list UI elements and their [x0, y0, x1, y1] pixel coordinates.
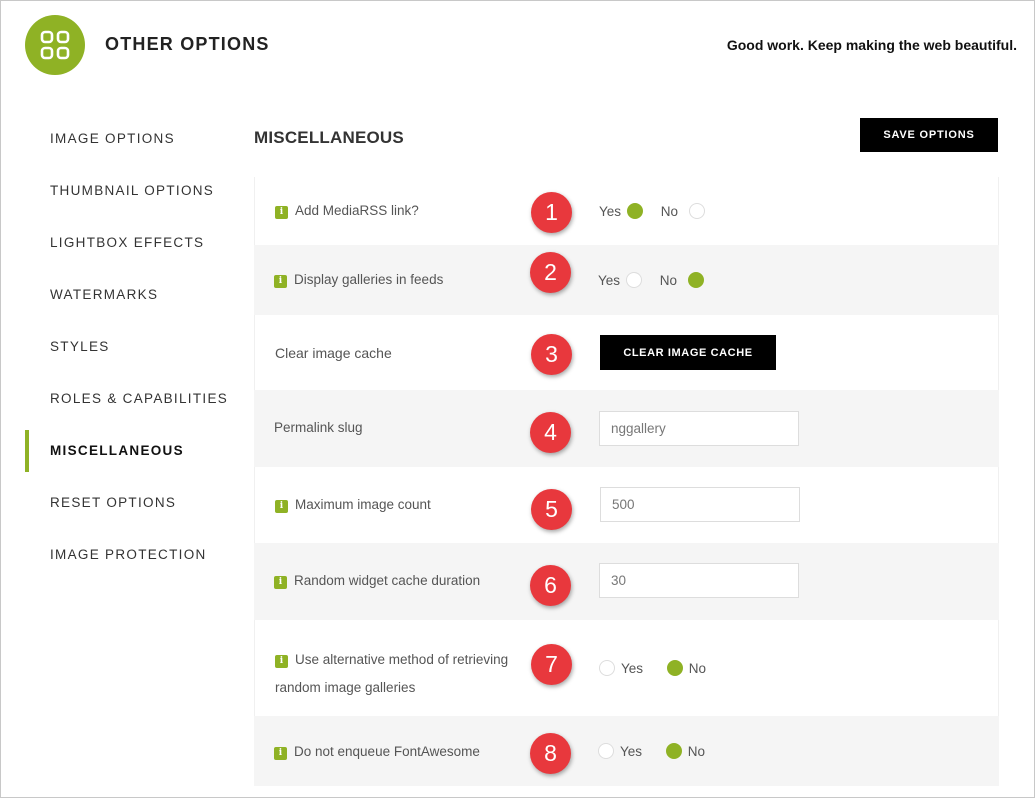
number-badge: 3	[531, 334, 572, 375]
feeds-yes-option[interactable]: Yes	[598, 272, 643, 288]
grid-icon	[40, 30, 70, 60]
mediarss-radio-group: Yes No	[599, 203, 719, 219]
option-label: i Use alternative method of retrieving ra…	[275, 652, 509, 695]
radio-unselected[interactable]	[689, 203, 706, 219]
option-label: Permalink slug	[274, 420, 363, 435]
option-label: i Do not enqueue FontAwesome	[274, 744, 480, 760]
tagline: Good work. Keep making the web beautiful…	[726, 37, 1017, 53]
sidebar-item-roles-capabilities[interactable]: ROLES & CAPABILITIES	[25, 373, 235, 425]
option-label: i Add MediaRSS link?	[275, 203, 419, 219]
permalink-slug-input[interactable]	[599, 411, 799, 446]
info-icon[interactable]: i	[274, 275, 287, 288]
mediarss-yes-option[interactable]: Yes	[599, 203, 644, 219]
option-row-clear-cache: Clear image cache 3 CLEAR IMAGE CACHE	[254, 315, 999, 390]
alt-method-radio-group: Yes No	[599, 660, 720, 679]
max-image-count-input[interactable]	[600, 487, 800, 522]
sidebar-item-styles[interactable]: STYLES	[25, 321, 235, 373]
option-row-mediarss: i Add MediaRSS link? 1 Yes No	[254, 177, 999, 245]
options-list: i Add MediaRSS link? 1 Yes No i Display ga…	[254, 177, 999, 786]
info-icon[interactable]: i	[275, 500, 288, 513]
sidebar-item-reset-options[interactable]: RESET OPTIONS	[25, 477, 235, 529]
sidebar-item-watermarks[interactable]: WATERMARKS	[25, 269, 235, 321]
radio-unselected[interactable]	[599, 660, 615, 676]
option-row-alt-method: i Use alternative method of retrieving ra…	[254, 620, 999, 716]
option-row-galleries-in-feeds: i Display galleries in feeds 2 Yes No	[254, 245, 999, 315]
widget-cache-duration-input[interactable]	[599, 563, 799, 598]
feeds-no-option[interactable]: No	[660, 272, 705, 288]
option-row-permalink: Permalink slug 4	[254, 390, 999, 467]
number-badge: 6	[530, 565, 571, 606]
mediarss-no-option[interactable]: No	[661, 203, 706, 219]
option-label: i Maximum image count	[275, 497, 431, 513]
sidebar-item-thumbnail-options[interactable]: THUMBNAIL OPTIONS	[25, 165, 235, 217]
option-label: i Random widget cache duration	[274, 573, 480, 589]
number-badge: 4	[530, 412, 571, 453]
option-row-max-image-count: i Maximum image count 5	[254, 467, 999, 543]
option-row-widget-cache: i Random widget cache duration 6	[254, 543, 999, 620]
save-options-button[interactable]: SAVE OPTIONS	[860, 118, 998, 152]
fontawesome-no-option[interactable]: No	[665, 743, 705, 759]
option-row-fontawesome: i Do not enqueue FontAwesome 8 Yes No	[254, 716, 999, 786]
info-icon[interactable]: i	[275, 206, 288, 219]
number-badge: 2	[530, 252, 571, 293]
logo	[25, 15, 85, 75]
window-frame: OTHER OPTIONS Good work. Keep making the…	[0, 0, 1035, 798]
radio-unselected[interactable]	[598, 743, 614, 759]
sidebar-item-lightbox-effects[interactable]: LIGHTBOX EFFECTS	[25, 217, 235, 269]
fontawesome-yes-option[interactable]: Yes	[598, 743, 642, 759]
number-badge: 1	[531, 192, 572, 233]
radio-selected[interactable]	[665, 743, 682, 759]
info-icon[interactable]: i	[274, 576, 287, 589]
section-title: MISCELLANEOUS	[254, 128, 404, 147]
alt-method-yes-option[interactable]: Yes	[599, 660, 643, 676]
number-badge: 5	[531, 489, 572, 530]
info-icon[interactable]: i	[275, 655, 288, 668]
feeds-radio-group: Yes No	[598, 272, 718, 288]
radio-selected[interactable]	[688, 272, 705, 288]
alt-method-no-option[interactable]: No	[666, 660, 706, 676]
option-label: Clear image cache	[275, 345, 392, 361]
radio-unselected[interactable]	[626, 272, 643, 288]
page-title: OTHER OPTIONS	[105, 34, 270, 54]
sidebar-item-image-protection[interactable]: IMAGE PROTECTION	[25, 529, 235, 581]
sidebar-item-image-options[interactable]: IMAGE OPTIONS	[25, 113, 235, 165]
number-badge: 7	[531, 644, 572, 685]
radio-selected[interactable]	[627, 203, 644, 219]
clear-image-cache-button[interactable]: CLEAR IMAGE CACHE	[600, 335, 776, 370]
sidebar-item-miscellaneous[interactable]: MISCELLANEOUS	[25, 425, 235, 477]
sidebar: IMAGE OPTIONS THUMBNAIL OPTIONS LIGHTBOX…	[25, 113, 235, 581]
option-label: i Display galleries in feeds	[274, 272, 443, 288]
radio-selected[interactable]	[666, 660, 683, 676]
fontawesome-radio-group: Yes No	[598, 743, 719, 762]
number-badge: 8	[530, 733, 571, 774]
info-icon[interactable]: i	[274, 747, 287, 760]
